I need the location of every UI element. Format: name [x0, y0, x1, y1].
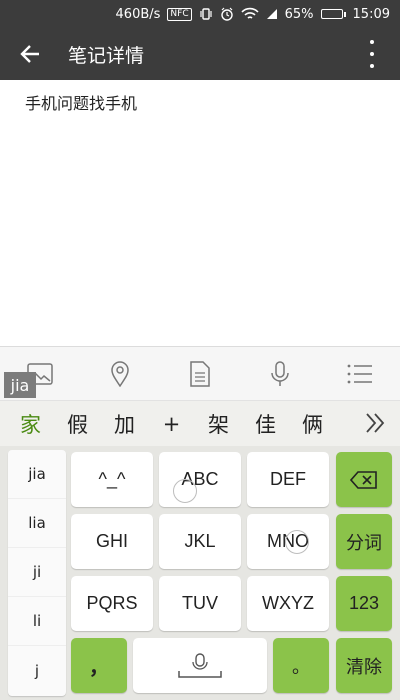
- attachment-toolbar: [0, 346, 400, 400]
- key-label: 分词: [346, 532, 382, 553]
- candidate-item[interactable]: 架: [195, 409, 242, 439]
- key-abc[interactable]: ABC: [159, 452, 241, 507]
- vibrate-icon: [199, 7, 213, 21]
- key-tuv[interactable]: TUV: [159, 576, 241, 631]
- candidate-item[interactable]: 家: [7, 409, 54, 450]
- key-jkl[interactable]: JKL: [159, 514, 241, 569]
- candidate-item[interactable]: +: [148, 412, 195, 436]
- key-label: ^_^: [98, 469, 126, 489]
- candidate-item[interactable]: 佳: [242, 409, 289, 439]
- wifi-icon: [241, 7, 259, 21]
- expand-candidates-icon[interactable]: [364, 411, 386, 435]
- key-label: ，: [89, 657, 109, 679]
- signal-icon: [266, 8, 278, 20]
- key-emoticon[interactable]: ^_^: [71, 452, 153, 507]
- key-pqrs[interactable]: PQRS: [71, 576, 153, 631]
- pinyin-option[interactable]: li: [8, 597, 66, 646]
- key-label: WXYZ: [262, 593, 314, 613]
- pinyin-composition: jia: [4, 372, 36, 398]
- backspace-button[interactable]: [336, 452, 392, 507]
- segment-button[interactable]: 分词: [336, 514, 392, 569]
- key-ghi[interactable]: GHI: [71, 514, 153, 569]
- space-key[interactable]: [133, 638, 267, 693]
- key-mno[interactable]: MNO: [247, 514, 329, 569]
- numbers-button[interactable]: 123: [336, 576, 392, 631]
- alarm-icon: [220, 7, 234, 21]
- note-content[interactable]: 手机问题找手机: [25, 90, 137, 114]
- pinyin-option[interactable]: lia: [8, 499, 66, 548]
- key-label: TUV: [182, 593, 218, 613]
- app-bar: 笔记详情: [0, 28, 400, 80]
- back-button[interactable]: [0, 28, 60, 80]
- key-def[interactable]: DEF: [247, 452, 329, 507]
- pinyin-option[interactable]: ji: [8, 548, 66, 597]
- ime-keyboard: jia lia ji li j ^_^ ABC DEF GHI JKL MNO …: [0, 446, 400, 700]
- status-bar: 460B/s NFC 65% 15:09: [0, 0, 400, 28]
- period-key[interactable]: 。: [273, 638, 329, 693]
- backspace-icon: [350, 470, 377, 489]
- key-label: 123: [348, 593, 380, 613]
- clear-button[interactable]: 清除: [336, 638, 392, 693]
- note-editor[interactable]: 手机问题找手机: [0, 80, 400, 346]
- candidate-bar: 家 假 加 + 架 佳 俩: [0, 400, 400, 450]
- key-label: GHI: [95, 531, 128, 551]
- page-title: 笔记详情: [68, 44, 145, 67]
- candidate-item[interactable]: 俩: [289, 409, 336, 439]
- key-label: DEF: [270, 469, 306, 489]
- nfc-icon: NFC: [167, 7, 192, 21]
- pinyin-options-list[interactable]: jia lia ji li j: [8, 450, 66, 696]
- arrow-left-icon: [20, 45, 39, 63]
- clock: 15:09: [352, 6, 390, 22]
- key-label: 清除: [346, 656, 382, 677]
- more-options-icon[interactable]: [362, 40, 382, 68]
- touch-ring: [173, 479, 197, 503]
- key-wxyz[interactable]: WXYZ: [247, 576, 329, 631]
- pinyin-option[interactable]: j: [8, 646, 66, 695]
- space-mic-icon: [177, 652, 223, 679]
- document-icon[interactable]: [175, 354, 225, 394]
- battery-icon: [320, 9, 346, 19]
- location-icon[interactable]: [95, 354, 145, 394]
- key-label: PQRS: [86, 593, 138, 613]
- pinyin-option[interactable]: jia: [8, 450, 66, 499]
- microphone-icon[interactable]: [255, 354, 305, 394]
- touch-ring: [285, 530, 309, 554]
- key-label: JKL: [184, 531, 216, 551]
- candidate-item[interactable]: 假: [54, 409, 101, 439]
- key-label: 。: [292, 656, 310, 677]
- list-icon[interactable]: [335, 354, 385, 394]
- comma-key[interactable]: ，: [71, 638, 127, 693]
- candidate-item[interactable]: 加: [101, 409, 148, 439]
- battery-percent: 65%: [284, 6, 314, 22]
- network-speed: 460B/s: [115, 6, 161, 22]
